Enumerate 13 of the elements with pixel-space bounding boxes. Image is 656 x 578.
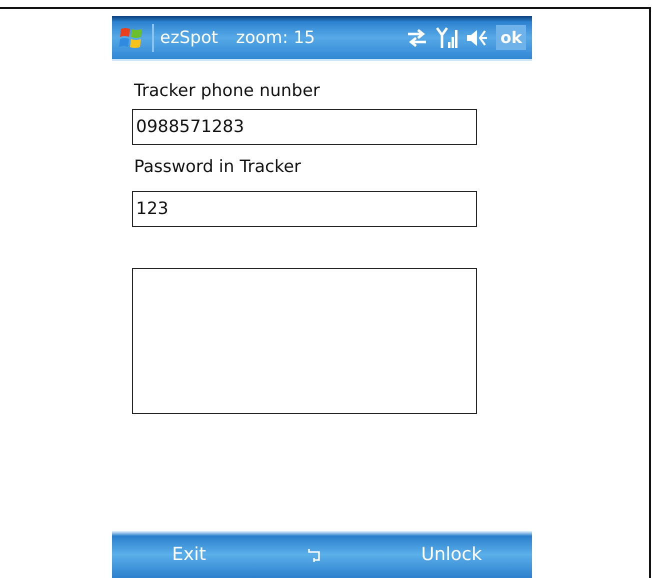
keyboard-icon[interactable] — [306, 546, 321, 562]
ok-button[interactable]: ok — [496, 25, 526, 50]
field-label: Tracker phone nunber — [134, 81, 320, 101]
speaker-icon[interactable] — [466, 28, 488, 48]
input-field[interactable]: 0988571283 — [132, 109, 477, 145]
input-field[interactable]: 123 — [132, 191, 477, 227]
connectivity-icon[interactable] — [406, 28, 428, 48]
unlock-button[interactable]: Unlock — [419, 542, 484, 567]
exit-button[interactable]: Exit — [170, 542, 208, 567]
signal-icon[interactable] — [436, 26, 458, 50]
zoom-level-text: zoom: 15 — [236, 28, 316, 48]
app-title: ezSpot — [160, 28, 218, 48]
field-label: Password in Tracker — [134, 157, 302, 177]
